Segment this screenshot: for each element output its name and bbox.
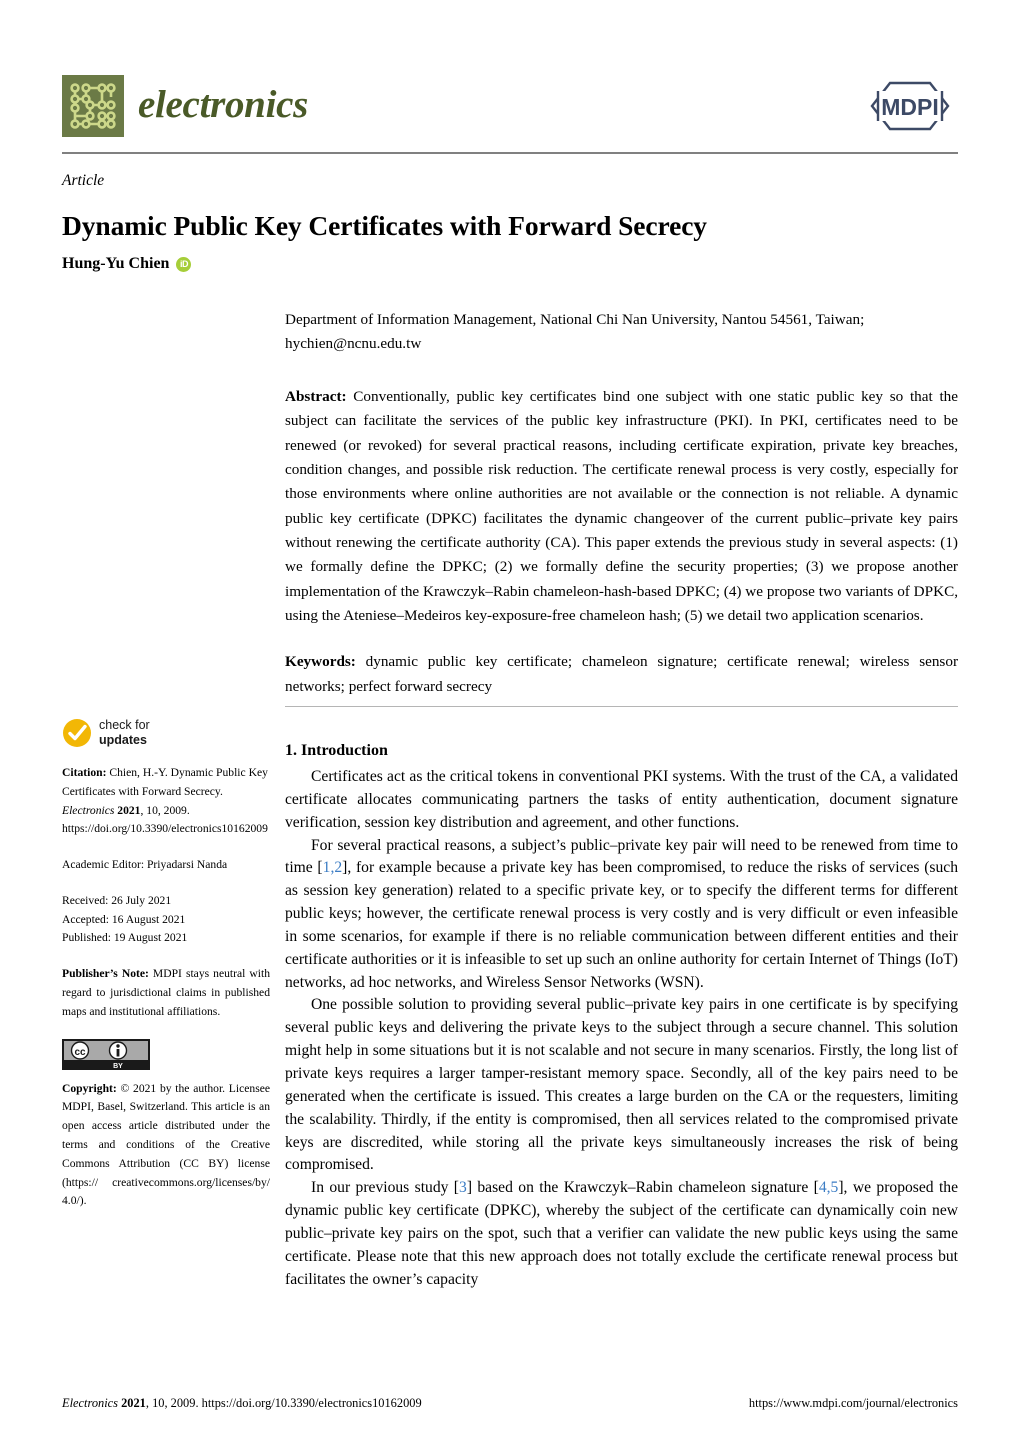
electronics-circuit-logo-icon [62,75,124,137]
body-paragraph: In our previous study [3] based on the K… [285,1177,958,1291]
abstract-divider [285,706,958,707]
svg-text:MDPI: MDPI [881,94,939,120]
body-paragraph: Certificates act as the critical tokens … [285,766,958,835]
abstract-label: Abstract: [285,388,347,406]
citation-reference-link[interactable]: 4,5 [819,1179,839,1196]
article-type-label: Article [62,172,105,189]
citation-reference-link[interactable]: 1,2 [323,859,343,876]
citation-label: Citation: [62,766,107,779]
paper-page: electronics MDPI Article Dynamic Public … [0,0,1020,1442]
keywords-text: dynamic public key certificate; chameleo… [285,653,958,695]
journal-branding: electronics [62,75,308,137]
publishers-note-label: Publisher’s Note: [62,967,149,981]
check-circle-icon [62,718,92,748]
paragraph-text: In our previous study [ [311,1179,460,1197]
publication-dates: Received: 26 July 2021 Accepted: 16 Augu… [62,892,270,948]
accepted-date: Accepted: 16 August 2021 [62,912,186,926]
received-date: Received: 26 July 2021 [62,893,172,907]
creative-commons-by-icon[interactable]: cc BY [62,1038,150,1070]
published-date: Published: 19 August 2021 [62,931,188,945]
abstract-text: Conventionally, public key certificates … [285,388,958,624]
svg-text:BY: BY [113,1063,123,1070]
citation-year: 2021 [117,803,141,817]
cfu-line-2: updates [99,733,147,747]
body-paragraph: For several practical reasons, a subject… [285,835,958,995]
author-byline: Hung-Yu Chien iD [62,255,192,273]
copyright-text: © 2021 by the author. Licensee MDPI, Bas… [62,1081,270,1208]
paragraph-text: ], for example because a private key has… [285,859,959,991]
author-affiliation: Department of Information Management, Na… [285,311,865,352]
paragraph-text: One possible solution to providing sever… [285,996,958,1174]
page-footer: Electronics 2021, 10, 2009. https://doi.… [62,1396,958,1411]
check-for-updates-label: check for updates [99,718,150,748]
footer-journal: Electronics [62,1396,118,1410]
check-for-updates-badge[interactable]: check for updates [62,718,270,748]
introduction-section: 1. Introduction Certificates act as the … [285,742,958,1291]
article-metadata-sidebar: check for updates Citation: Chien, H.-Y.… [62,718,270,1228]
academic-editor: Academic Editor: Priyadarsi Nanda [62,858,228,872]
body-paragraph: One possible solution to providing sever… [285,994,958,1177]
header-divider [62,152,958,154]
abstract-block: Abstract: Conventionally, public key cer… [285,385,958,628]
copyright-block: Copyright: © 2021 by the author. License… [62,1080,270,1211]
paragraph-text: ] based on the Krawczyk–Rabin chameleon … [466,1179,819,1197]
footer-journal-url[interactable]: https://www.mdpi.com/journal/electronics [749,1396,958,1411]
svg-text:cc: cc [74,1047,86,1058]
keywords-label: Keywords: [285,653,356,671]
citation-journal: Electronics [62,803,115,817]
keywords-block: Keywords: dynamic public key certificate… [285,650,958,699]
body-paragraph-list: Certificates act as the critical tokens … [285,766,958,1291]
copyright-label: Copyright: [62,1081,117,1095]
footer-doi: , 10, 2009. https://doi.org/10.3390/elec… [145,1396,422,1410]
orcid-id-icon[interactable]: iD [176,256,192,272]
cfu-line-1: check for [99,718,150,733]
paragraph-text: Certificates act as the critical tokens … [285,768,958,831]
publishers-note: Publisher’s Note: MDPI stays neutral wit… [62,965,270,1021]
footer-year: 2021 [121,1396,146,1410]
citation-reference-link[interactable]: 3 [459,1179,467,1196]
page-title: Dynamic Public Key Certificates with For… [62,210,707,242]
abstract-column: Department of Information Management, Na… [285,308,958,699]
journal-masthead: electronics MDPI [62,75,958,153]
section-heading-introduction: 1. Introduction [285,742,388,759]
journal-title: electronics [138,82,308,126]
mdpi-logo-icon: MDPI [862,77,958,135]
author-name: Hung-Yu Chien [62,255,170,272]
footer-citation: Electronics 2021, 10, 2009. https://doi.… [62,1396,422,1411]
citation-block: Citation: Chien, H.-Y. Dynamic Public Ke… [62,764,270,839]
